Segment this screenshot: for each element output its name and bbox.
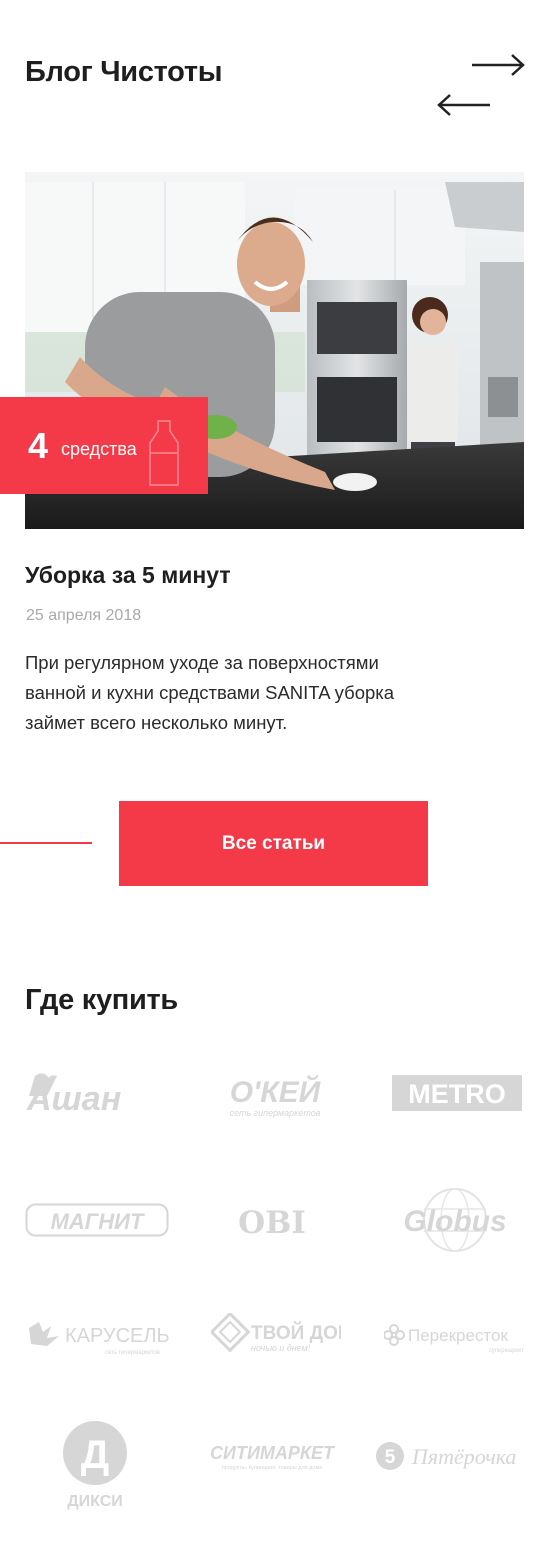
okey-logo: О'КЕЙ сеть гипермаркетов — [230, 1074, 322, 1118]
diksi-mark: Д — [81, 1433, 110, 1477]
where-to-buy-title: Где купить — [25, 984, 178, 1016]
magnit-wordmark: МАГНИТ — [51, 1209, 145, 1234]
metro-wordmark: METRO — [408, 1079, 506, 1109]
auchan-wordmark: Ашан — [26, 1080, 121, 1118]
karusel-subtitle: сеть гипермаркетов — [105, 1350, 160, 1356]
sitimarket-logo: СИТИМАРКЕТ продукты, кулинария, товары д… — [210, 1443, 336, 1471]
store-logo-perekrestok[interactable]: Перекресток супермаркет — [384, 1318, 526, 1358]
article-line: ванной и кухни средствами SANITA уборка — [25, 682, 395, 703]
tvoy-dom-logo: ТВОЙ ДОМ ночью и днем! — [211, 1313, 341, 1353]
store-logo-diksi[interactable]: Д ДИКСИ — [55, 1420, 135, 1512]
store-logo-pyaterochka[interactable]: 5 Пятёрочка — [374, 1436, 526, 1476]
pyaterochka-mark: 5 — [385, 1447, 396, 1468]
perekrestok-subtitle: супермаркет — [489, 1348, 525, 1354]
okey-subtitle: сеть гипермаркетов — [230, 1108, 321, 1118]
blog-title: Блог Чистоты — [25, 56, 223, 88]
store-logo-sitimarket[interactable]: СИТИМАРКЕТ продукты, кулинария, товары д… — [199, 1437, 345, 1473]
pyaterochka-wordmark: Пятёрочка — [411, 1444, 516, 1469]
globus-wordmark: Globus — [405, 1205, 505, 1238]
tvoy-dom-wordmark: ТВОЙ ДОМ — [251, 1322, 341, 1344]
karusel-wordmark: КАРУСЕЛЬ — [65, 1325, 170, 1347]
sitimarket-subtitle: продукты, кулинария, товары для дома — [222, 1465, 324, 1471]
bottle-icon — [149, 420, 179, 486]
karusel-logo: КАРУСЕЛЬ сеть гипермаркетов — [29, 1322, 170, 1356]
store-logo-okey[interactable]: О'КЕЙ сеть гипермаркетов — [218, 1072, 333, 1122]
okey-wordmark: О'КЕЙ — [230, 1074, 322, 1109]
store-logo-magnit[interactable]: МАГНИТ — [25, 1203, 169, 1237]
globus-logo: Globus — [405, 1188, 505, 1252]
obi-wordmark: OBI — [238, 1205, 306, 1239]
article-date: 25 апреля 2018 — [26, 607, 142, 624]
article-line: При регулярном уходе за поверхностями — [25, 652, 379, 673]
decorative-line — [0, 842, 92, 844]
tvoy-dom-subtitle: ночью и днем! — [251, 1343, 311, 1353]
badge-label: средства — [61, 438, 137, 459]
sitimarket-wordmark: СИТИМАРКЕТ — [210, 1443, 336, 1463]
store-logo-metro[interactable]: METRO — [392, 1075, 522, 1111]
next-arrow-button[interactable] — [470, 52, 526, 78]
store-logo-globus[interactable]: Globus — [405, 1187, 505, 1253]
store-logo-obi[interactable]: OBI — [220, 1203, 330, 1239]
store-logo-karusel[interactable]: КАРУСЕЛЬ сеть гипермаркетов — [25, 1318, 183, 1358]
badge-number: 4 — [28, 424, 49, 466]
obi-logo: OBI — [238, 1205, 306, 1239]
products-count-badge: 4 средства — [0, 397, 208, 494]
arrow-right-icon — [472, 54, 525, 76]
metro-logo: METRO — [392, 1075, 522, 1111]
article-line: займет всего несколько минут. — [25, 712, 288, 733]
arrow-left-icon — [437, 94, 490, 116]
perekrestok-wordmark: Перекресток — [408, 1326, 508, 1345]
store-logo-tvoy-dom[interactable]: ТВОЙ ДОМ ночью и днем! — [211, 1313, 341, 1359]
article-description: При регулярном уходе за поверхностями ва… — [25, 648, 520, 738]
pyaterochka-logo: 5 Пятёрочка — [376, 1442, 516, 1470]
store-logo-auchan[interactable]: Ашан — [25, 1068, 160, 1118]
article-title[interactable]: Уборка за 5 минут — [25, 562, 231, 589]
diksi-logo: Д ДИКСИ — [63, 1421, 127, 1510]
diksi-wordmark: ДИКСИ — [67, 1493, 123, 1510]
auchan-logo: Ашан — [26, 1073, 121, 1118]
prev-arrow-button[interactable] — [436, 92, 492, 118]
magnit-logo: МАГНИТ — [25, 1203, 169, 1237]
all-articles-button[interactable]: Все статьи — [119, 801, 428, 886]
perekrestok-logo: Перекресток супермаркет — [384, 1324, 525, 1354]
